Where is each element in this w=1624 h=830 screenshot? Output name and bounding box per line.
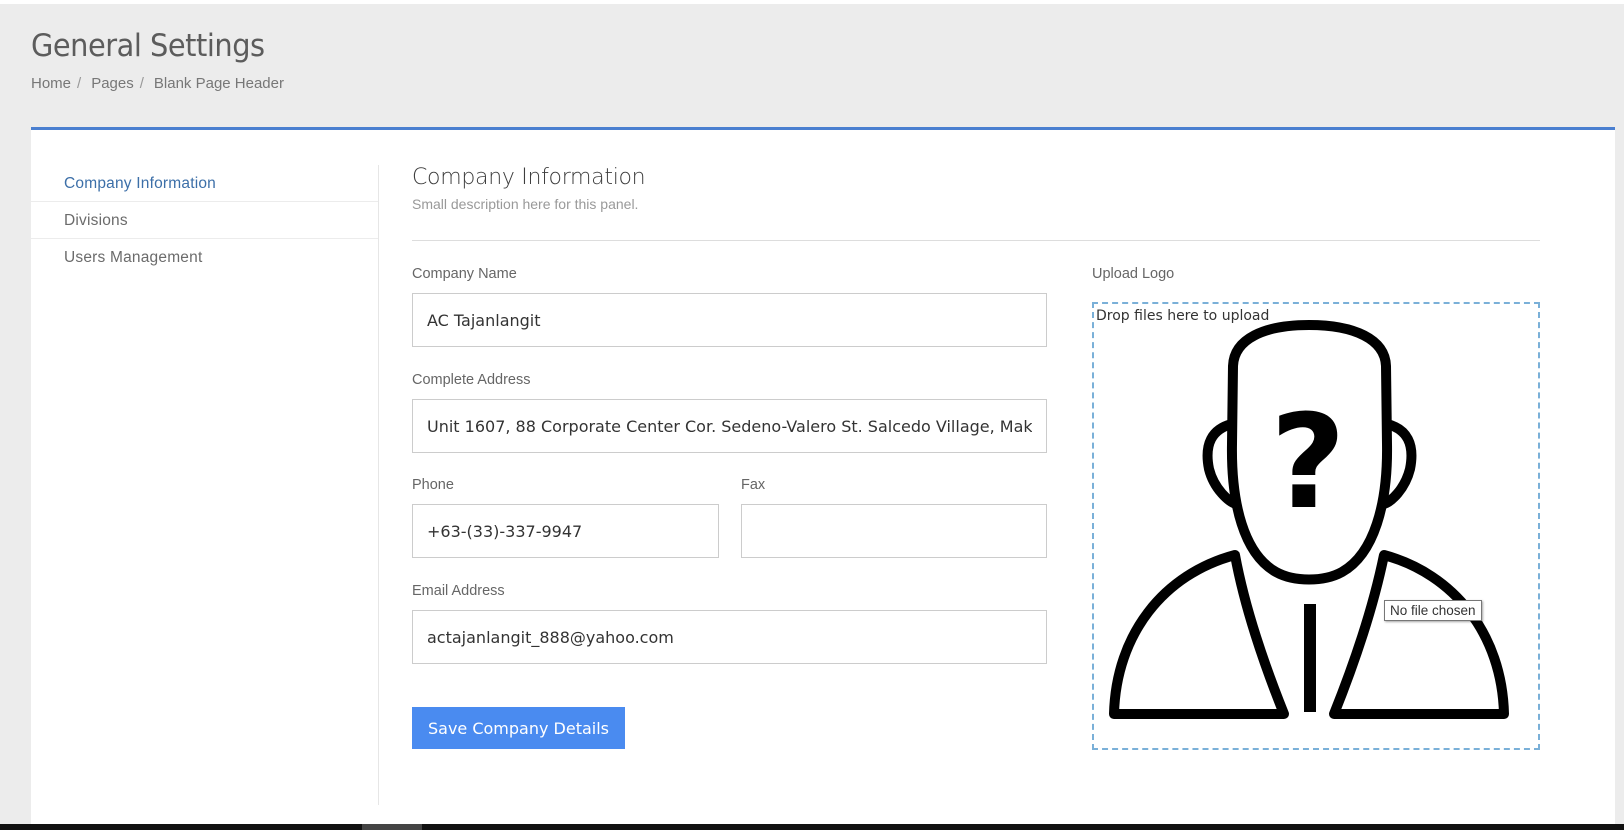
breadcrumb: Home / Pages / Blank Page Header	[31, 75, 284, 92]
breadcrumb-pages[interactable]: Pages	[91, 75, 134, 92]
horizontal-scrollbar[interactable]	[0, 824, 1624, 830]
page-title: General Settings	[31, 28, 265, 64]
fax-input[interactable]	[741, 504, 1047, 558]
company-name-input[interactable]	[412, 293, 1047, 347]
email-label: Email Address	[412, 583, 505, 599]
upload-logo-label: Upload Logo	[1092, 266, 1175, 282]
fax-label: Fax	[741, 477, 766, 493]
panel-header: Company Information Small description he…	[412, 165, 1540, 212]
scrollbar-thumb[interactable]	[362, 824, 422, 830]
settings-card: Company Information Divisions Users Mana…	[31, 127, 1615, 825]
breadcrumb-separator: /	[77, 75, 82, 92]
top-border	[0, 0, 1624, 4]
address-input[interactable]	[412, 399, 1047, 453]
breadcrumb-current: Blank Page Header	[153, 75, 284, 92]
panel-divider	[412, 240, 1540, 241]
settings-sidebar: Company Information Divisions Users Mana…	[31, 165, 379, 805]
panel-description: Small description here for this panel.	[412, 196, 639, 212]
address-label: Complete Address	[412, 372, 531, 388]
dropzone-message: Drop files here to upload	[1096, 308, 1270, 324]
phone-label: Phone	[412, 477, 454, 493]
unknown-person-icon: ?	[1109, 320, 1509, 719]
file-tooltip: No file chosen	[1384, 600, 1482, 621]
panel-title: Company Information	[412, 165, 646, 190]
sidebar-item-company-information[interactable]: Company Information	[31, 165, 378, 202]
phone-input[interactable]	[412, 504, 719, 558]
question-mark-glyph: ?	[1270, 386, 1345, 538]
company-name-label: Company Name	[412, 266, 517, 282]
breadcrumb-separator: /	[139, 75, 144, 92]
email-input[interactable]	[412, 610, 1047, 664]
logo-dropzone[interactable]: ? Drop files here to upload No file chos…	[1092, 302, 1540, 750]
breadcrumb-home[interactable]: Home	[31, 75, 71, 92]
sidebar-item-divisions[interactable]: Divisions	[31, 202, 378, 239]
save-company-details-button[interactable]: Save Company Details	[412, 707, 625, 749]
sidebar-item-users-management[interactable]: Users Management	[31, 239, 378, 276]
